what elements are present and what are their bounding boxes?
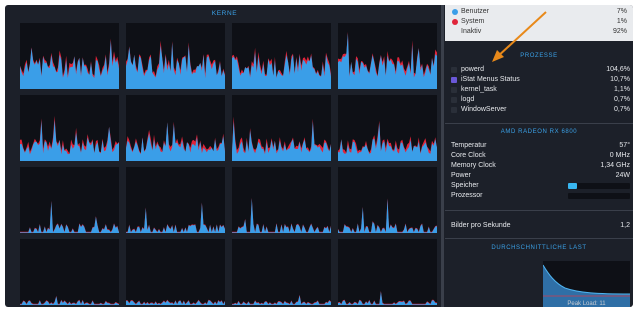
user-load-area [338, 33, 437, 89]
core-graph [232, 239, 331, 305]
gpu-memory-clock: Memory Clock 1,34 GHz [451, 162, 630, 169]
process-row[interactable]: WindowServer 0,7% [451, 106, 630, 115]
gpu-memory: Speicher [451, 182, 630, 191]
cores-title: KERNE [211, 10, 238, 17]
user-dot-icon [452, 9, 458, 15]
memory-bar [568, 183, 630, 189]
istat-cpu-window: KERNE Benutzer 7% System 1% Inaktiv 92% … [5, 5, 633, 307]
memory-bar-fill [568, 183, 578, 189]
core-grid [20, 23, 439, 307]
core-graph [232, 95, 331, 161]
system-load-area [338, 290, 437, 305]
core-graph [20, 167, 119, 233]
process-row[interactable]: iStat Menus Status 10,7% [451, 76, 630, 85]
usage-legend: Benutzer 7% System 1% Inaktiv 92% [445, 5, 633, 41]
core-graph [126, 95, 225, 161]
user-load-area [232, 198, 331, 233]
process-icon [451, 87, 457, 93]
core-graph [338, 167, 437, 233]
user-load-area [232, 295, 331, 305]
user-load-area [126, 122, 225, 161]
core-graph [20, 95, 119, 161]
user-load-area [338, 198, 437, 233]
user-load-area [126, 203, 225, 233]
legend-idle: Inaktiv 92% [461, 28, 627, 35]
user-load-area [20, 296, 119, 305]
process-row[interactable]: logd 0,7% [451, 96, 630, 105]
section-divider [445, 238, 633, 239]
gpu-processor: Prozessor [451, 192, 630, 201]
processor-bar [568, 193, 630, 199]
fps-row: Bilder pro Sekunde 1,2 [451, 222, 630, 229]
core-graph [338, 239, 437, 305]
core-graph [126, 239, 225, 305]
legend-system: System 1% [452, 18, 627, 27]
gpu-power: Power 24W [451, 172, 630, 179]
user-load-area [126, 42, 225, 89]
user-load-area [338, 291, 437, 305]
process-icon [451, 77, 457, 83]
core-graph [338, 23, 437, 89]
load-header: DURCHSCHNITTLICHE LAST [491, 245, 587, 251]
panel-divider [441, 5, 444, 307]
core-graph [126, 23, 225, 89]
processes-header: PROZESSE [520, 53, 558, 59]
gpu-header: AMD RADEON RX 6800 [500, 129, 578, 135]
peak-load: Peak Load: 11 [567, 301, 606, 307]
system-dot-icon [452, 19, 458, 25]
details-panel: Benutzer 7% System 1% Inaktiv 92% PROZES… [445, 5, 633, 307]
core-graph [20, 23, 119, 89]
core-graph [20, 239, 119, 305]
process-row[interactable]: powerd 104,6% [451, 66, 630, 75]
system-load-area [20, 200, 119, 233]
core-graph [232, 23, 331, 89]
process-row[interactable]: kernel_task 1,1% [451, 86, 630, 95]
load-graph: Peak Load: 11 [543, 261, 630, 307]
user-load-area [232, 52, 331, 89]
gpu-temperature: Temperatur 57° [451, 142, 630, 149]
core-graph [232, 167, 331, 233]
cores-panel: KERNE [10, 5, 439, 307]
process-icon [451, 97, 457, 103]
section-divider [445, 123, 633, 124]
gpu-core-clock: Core Clock 0 MHz [451, 152, 630, 159]
process-icon [451, 67, 457, 73]
core-graph [126, 167, 225, 233]
process-icon [451, 107, 457, 113]
section-divider [445, 210, 633, 211]
legend-user: Benutzer 7% [452, 8, 627, 17]
user-load-area [338, 122, 437, 161]
core-graph [338, 95, 437, 161]
user-load-area [232, 121, 331, 161]
